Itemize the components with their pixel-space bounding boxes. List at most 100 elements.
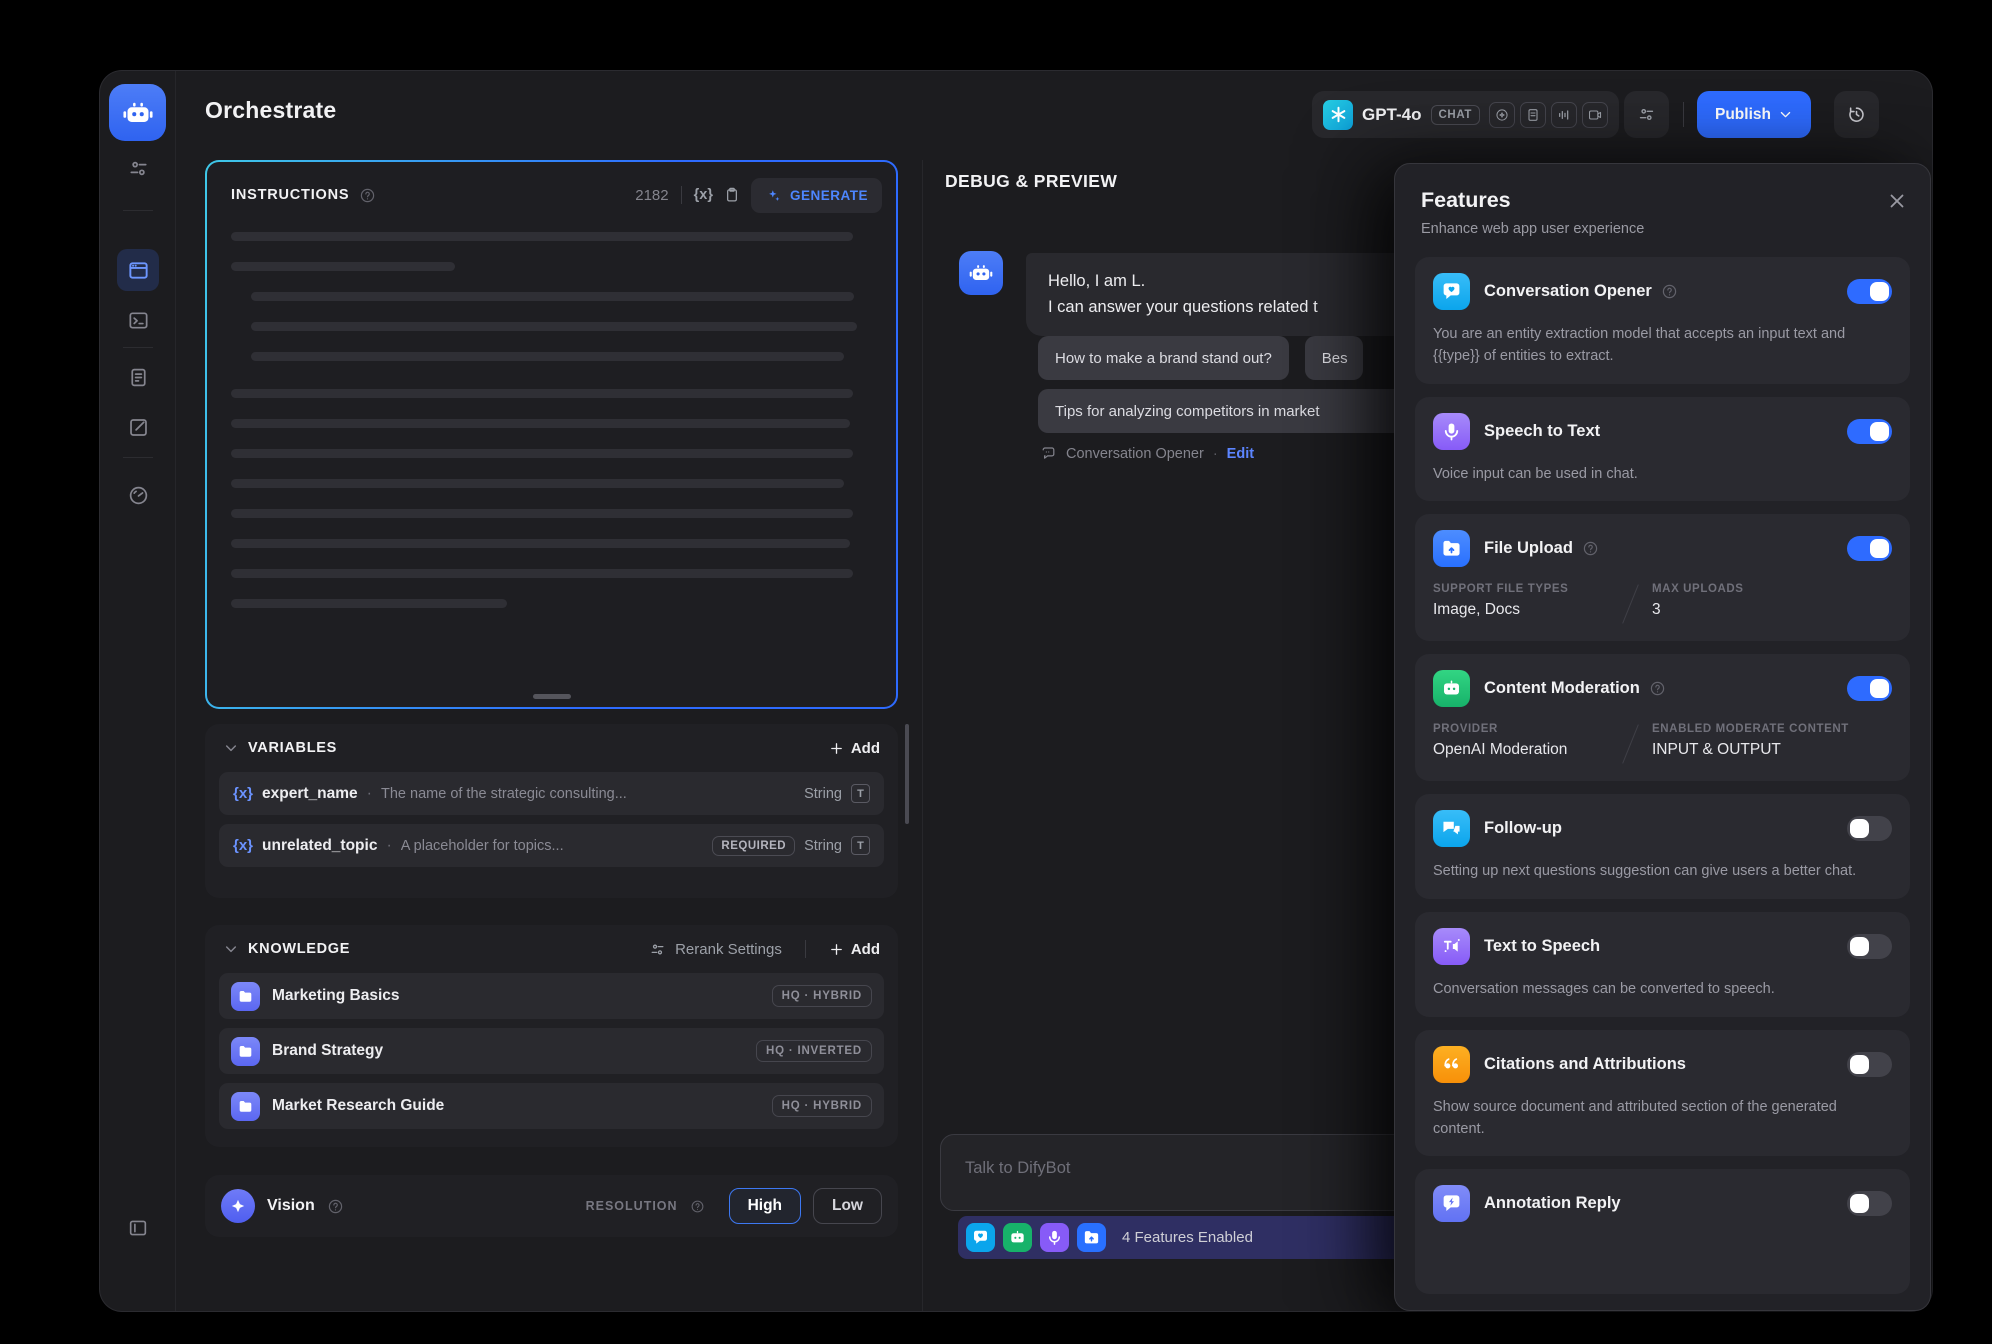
feature-name: Citations and Attributions xyxy=(1484,1055,1686,1074)
suggestion-chip[interactable]: Bes xyxy=(1305,336,1363,380)
feature-description: Conversation messages can be converted t… xyxy=(1433,979,1892,1001)
string-type-icon: T xyxy=(851,836,870,855)
content-moderation-icon xyxy=(1003,1223,1032,1252)
rerank-settings-button[interactable]: Rerank Settings xyxy=(649,941,782,958)
skeleton-text-line xyxy=(231,262,455,271)
feature-meta-item: SUPPORT FILE TYPES Image, Docs xyxy=(1433,583,1608,625)
history-button[interactable] xyxy=(1834,91,1879,138)
sidebar-item-sliders[interactable] xyxy=(117,147,159,189)
skeleton-text-line xyxy=(251,292,854,301)
dataset-icon xyxy=(231,1037,260,1066)
suggestion-chip[interactable]: Tips for analyzing competitors in market xyxy=(1038,389,1410,433)
knowledge-section: KNOWLEDGE Rerank Settings Add Marketing … xyxy=(205,925,898,1147)
app-avatar[interactable] xyxy=(109,84,166,141)
variable-description: The name of the strategic consulting... xyxy=(381,786,795,802)
feature-description: You are an entity extraction model that … xyxy=(1433,324,1892,368)
insert-variable-icon[interactable]: {x} xyxy=(694,187,713,203)
feature-toggle-file-upload[interactable] xyxy=(1847,536,1892,561)
history-icon xyxy=(1846,104,1867,125)
feature-toggle-follow-up[interactable] xyxy=(1847,816,1892,841)
sidebar-item-annotation[interactable] xyxy=(117,406,159,448)
feature-toggle-content-moderation[interactable] xyxy=(1847,676,1892,701)
help-icon[interactable] xyxy=(1649,680,1666,697)
column-divider xyxy=(922,160,923,1311)
features-panel: Features Enhance web app user experience… xyxy=(1394,163,1931,1311)
sidebar-item-window[interactable] xyxy=(117,249,159,291)
resolution-low-button[interactable]: Low xyxy=(813,1188,882,1224)
sidebar-item-logs[interactable] xyxy=(117,356,159,398)
model-selector[interactable]: GPT-4o CHAT xyxy=(1312,91,1619,138)
feature-name: Speech to Text xyxy=(1484,422,1600,441)
edit-opener-link[interactable]: Edit xyxy=(1227,446,1254,462)
sidebar-divider xyxy=(123,210,153,211)
sidebar-collapse-button[interactable] xyxy=(117,1207,159,1249)
dataset-icon xyxy=(231,1092,260,1121)
help-icon[interactable] xyxy=(1582,540,1599,557)
help-icon[interactable] xyxy=(327,1198,344,1215)
sliders-icon xyxy=(1637,105,1656,124)
publish-button[interactable]: Publish xyxy=(1697,91,1811,138)
instructions-label: INSTRUCTIONS xyxy=(231,187,349,203)
dataset-mode-badge: HQ · INVERTED xyxy=(756,1040,872,1062)
sidebar-divider xyxy=(123,457,153,458)
feature-toggle-speech-to-text[interactable] xyxy=(1847,419,1892,444)
skeleton-text-line xyxy=(231,479,844,488)
model-params-button[interactable] xyxy=(1624,91,1669,138)
collapse-panel-icon xyxy=(127,1217,149,1239)
feature-description: Voice input can be used in chat. xyxy=(1433,464,1892,486)
add-variable-button[interactable]: Add xyxy=(829,740,880,757)
variables-label: VARIABLES xyxy=(248,740,337,756)
variable-name: expert_name xyxy=(262,785,358,803)
chevron-down-icon[interactable] xyxy=(223,740,239,756)
conversation-opener-icon xyxy=(966,1223,995,1252)
close-icon[interactable] xyxy=(1886,190,1908,212)
resolution-high-button[interactable]: High xyxy=(729,1188,801,1224)
feature-meta-item: PROVIDER OpenAI Moderation xyxy=(1433,723,1608,765)
resize-handle[interactable] xyxy=(533,694,571,699)
sidebar-item-gauge[interactable] xyxy=(117,474,159,516)
feature-toggle-citations[interactable] xyxy=(1847,1052,1892,1077)
variable-row[interactable]: {x} expert_name · The name of the strate… xyxy=(219,772,884,815)
feature-name: Content Moderation xyxy=(1484,679,1640,698)
speech-to-text-icon xyxy=(1040,1223,1069,1252)
annotation-reply-icon xyxy=(1433,1185,1470,1222)
meta-value: INPUT & OUTPUT xyxy=(1652,741,1849,759)
feature-description: Setting up next questions suggestion can… xyxy=(1433,861,1892,883)
feature-toggle-annotation-reply[interactable] xyxy=(1847,1191,1892,1216)
feature-toggle-conversation-opener[interactable] xyxy=(1847,279,1892,304)
add-knowledge-button[interactable]: Add xyxy=(829,941,880,958)
prompt-editor-area[interactable] xyxy=(231,232,872,629)
scrollbar-thumb[interactable] xyxy=(905,724,909,824)
knowledge-row[interactable]: Marketing Basics HQ · HYBRID xyxy=(219,973,884,1019)
separator-dot: · xyxy=(367,785,372,803)
feature-meta-item: ENABLED MODERATE CONTENT INPUT & OUTPUT xyxy=(1652,723,1849,765)
feature-toggle-text-to-speech[interactable] xyxy=(1847,934,1892,959)
copy-icon[interactable] xyxy=(723,186,741,204)
help-icon[interactable] xyxy=(690,1199,705,1214)
generate-button[interactable]: GENERATE xyxy=(751,178,882,213)
features-panel-subtitle: Enhance web app user experience xyxy=(1421,221,1904,237)
dataset-name: Market Research Guide xyxy=(272,1097,444,1115)
feature-name: Annotation Reply xyxy=(1484,1194,1621,1213)
help-icon[interactable] xyxy=(359,187,376,204)
skeleton-text-line xyxy=(231,419,850,428)
sliders-icon xyxy=(649,941,666,958)
knowledge-row[interactable]: Market Research Guide HQ · HYBRID xyxy=(219,1083,884,1129)
instructions-panel: INSTRUCTIONS 2182 {x} GENERATE xyxy=(205,160,898,709)
rerank-label: Rerank Settings xyxy=(675,941,782,958)
vision-icon xyxy=(1489,102,1515,128)
skeleton-text-line xyxy=(231,449,853,458)
variable-row[interactable]: {x} unrelated_topic · A placeholder for … xyxy=(219,824,884,867)
variable-type: String xyxy=(804,786,842,802)
dataset-name: Marketing Basics xyxy=(272,987,400,1005)
feature-card-conversation-opener: Conversation Opener You are an entity ex… xyxy=(1415,257,1910,384)
knowledge-row[interactable]: Brand Strategy HQ · INVERTED xyxy=(219,1028,884,1074)
audio-icon xyxy=(1551,102,1577,128)
opener-indicator: Conversation Opener · Edit xyxy=(1040,445,1254,462)
sidebar-item-terminal[interactable] xyxy=(117,299,159,341)
debug-preview-title: DEBUG & PREVIEW xyxy=(945,171,1117,192)
chevron-down-icon[interactable] xyxy=(223,941,239,957)
suggestion-chip[interactable]: How to make a brand stand out? xyxy=(1038,336,1289,380)
help-icon[interactable] xyxy=(1661,283,1678,300)
skeleton-text-line xyxy=(231,569,853,578)
